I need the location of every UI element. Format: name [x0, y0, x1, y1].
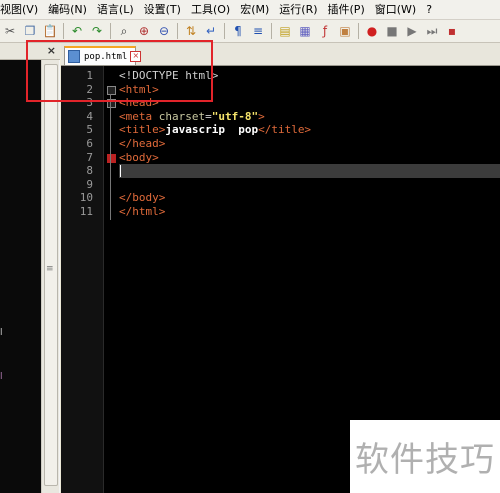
code-line[interactable]: <meta charset="utf-8">: [119, 110, 265, 124]
paste-icon[interactable]: 📋: [42, 23, 58, 39]
toolbar-separator: [110, 23, 111, 39]
highlight-annotation: [26, 40, 213, 102]
panel-text-fragment: l: [0, 328, 3, 338]
menu-item-8[interactable]: 窗口(W): [370, 0, 421, 19]
code-token: =: [205, 109, 212, 123]
code-token: "utf-8": [211, 109, 259, 123]
stop-icon[interactable]: ■: [384, 23, 400, 39]
code-token: </body>: [119, 191, 166, 205]
toolbar-separator: [63, 23, 64, 39]
line-number: 5: [86, 123, 93, 137]
play-multi-icon[interactable]: ⏭: [424, 23, 440, 39]
grip-icon: ≡: [46, 264, 54, 274]
code-token: </head>: [119, 137, 166, 150]
cut-icon[interactable]: ✂: [2, 23, 18, 39]
line-number: 11: [79, 205, 93, 218]
menu-item-7[interactable]: 插件(P): [323, 0, 370, 19]
undo-icon[interactable]: ↶: [69, 23, 85, 39]
code-token: <body>: [119, 150, 159, 164]
doc-map-icon[interactable]: ▦: [297, 23, 313, 39]
redo-icon[interactable]: ↷: [89, 23, 105, 39]
code-token: charset: [158, 109, 206, 123]
play-icon[interactable]: ▶: [404, 23, 420, 39]
toolbar-separator: [224, 23, 225, 39]
code-token: <title>: [119, 123, 166, 137]
watermark: 软件技巧: [350, 420, 500, 493]
left-panel: × l l ≡: [0, 43, 60, 493]
zoom-out-icon[interactable]: ⊖: [156, 23, 172, 39]
menu-item-5[interactable]: 宏(M): [235, 0, 274, 19]
line-number: 7: [86, 150, 93, 164]
toolbar-separator: [358, 23, 359, 39]
fold-guide: [110, 93, 111, 221]
code-line[interactable]: </html>: [119, 205, 165, 219]
sync-icon[interactable]: ⇅: [183, 23, 199, 39]
menu-item-1[interactable]: 编码(N): [43, 0, 92, 19]
all-chars-icon[interactable]: ¶: [230, 23, 246, 39]
code-line[interactable]: </head>: [119, 137, 165, 151]
left-panel-scrollbar[interactable]: ≡: [41, 60, 59, 493]
menu-item-9[interactable]: ?: [421, 0, 437, 19]
code-token: </html>: [119, 205, 166, 218]
code-token: <meta: [119, 109, 159, 123]
record-icon[interactable]: ●: [364, 23, 380, 39]
scrollbar-thumb[interactable]: [44, 64, 58, 486]
fold-margin[interactable]: [105, 66, 117, 493]
fold-toggle-icon[interactable]: [107, 153, 116, 163]
wrap-icon[interactable]: ↵: [203, 23, 219, 39]
menu-item-4[interactable]: 工具(O): [186, 0, 235, 19]
line-number: 10: [79, 191, 93, 205]
panel-text-fragment: l: [0, 372, 3, 382]
menu-item-0[interactable]: 视图(V): [0, 0, 43, 19]
line-number-gutter: 1 2 3 4 5 6 7 8 9 10 11: [61, 66, 104, 493]
code-token: </title>: [258, 123, 312, 137]
line-number: 4: [86, 109, 93, 123]
toolbar-separator: [271, 23, 272, 39]
zoom-in-icon[interactable]: ⊕: [136, 23, 152, 39]
func-list-icon[interactable]: ƒ: [317, 23, 333, 39]
save-macro-icon[interactable]: ▪: [444, 23, 460, 39]
left-panel-content: l l: [0, 60, 41, 493]
code-line[interactable]: <body>: [119, 151, 159, 165]
code-line[interactable]: </body>: [119, 191, 165, 205]
menu-bar: 视图(V) 编码(N) 语言(L) 设置(T) 工具(O) 宏(M) 运行(R) 插件(P) 窗…: [0, 0, 500, 20]
copy-icon[interactable]: ❐: [22, 23, 38, 39]
text-caret: [120, 165, 121, 178]
code-token: javascrip pop: [165, 123, 259, 137]
folder-icon[interactable]: ▣: [337, 23, 353, 39]
indent-guide-icon[interactable]: ≡: [250, 23, 266, 39]
lang-icon[interactable]: ▤: [277, 23, 293, 39]
line-number: 6: [86, 137, 93, 150]
code-token: >: [258, 109, 265, 123]
menu-item-3[interactable]: 设置(T): [139, 0, 186, 19]
current-line-highlight: [119, 164, 500, 178]
find-icon[interactable]: ⌕: [116, 23, 132, 39]
line-number: 9: [86, 177, 93, 191]
code-line[interactable]: <title>javascrip pop</title>: [119, 123, 311, 137]
toolbar-separator: [177, 23, 178, 39]
menu-item-6[interactable]: 运行(R): [274, 0, 322, 19]
line-number: 8: [86, 164, 93, 178]
menu-item-2[interactable]: 语言(L): [92, 0, 139, 19]
